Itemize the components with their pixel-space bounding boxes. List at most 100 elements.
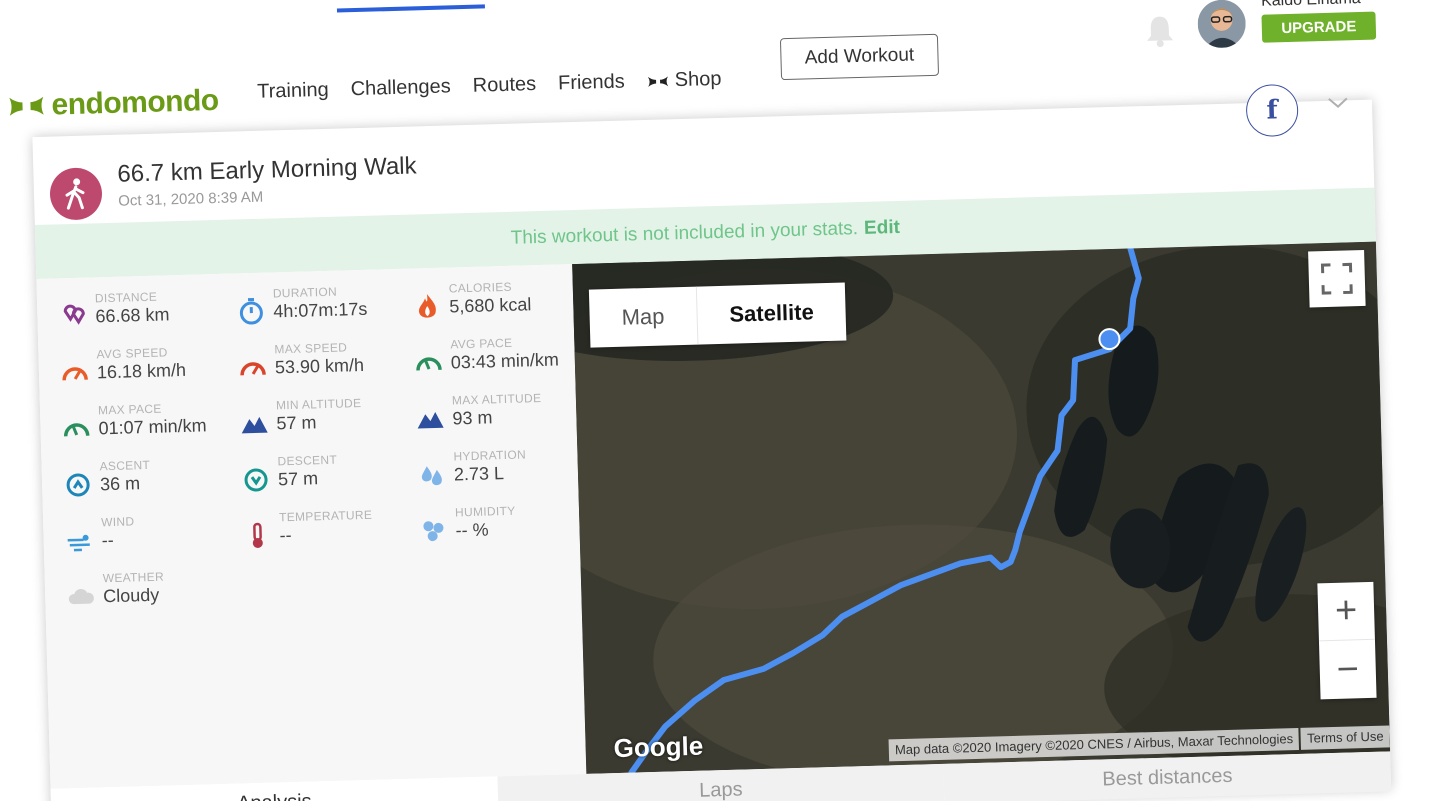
stat-value: -- % <box>455 519 489 541</box>
stat-value: 36 m <box>99 473 141 495</box>
terms-of-use-link[interactable]: Terms of Use <box>1300 725 1390 750</box>
stat-ascent: ASCENT 36 m <box>63 458 151 498</box>
stat-humidity: HUMIDITY -- % <box>419 504 516 545</box>
zoom-out-button[interactable]: − <box>1319 640 1377 700</box>
stat-label: HYDRATION <box>453 447 527 464</box>
wind-icon <box>67 534 90 552</box>
walking-sport-icon <box>49 167 103 221</box>
workout-title: 66.7 km Early Morning Walk <box>117 152 417 188</box>
pace-gauge-icon <box>64 423 90 437</box>
stats-panel: DISTANCE 66.68 km DURATION 4h:07m:17s CALORI… <box>36 264 587 789</box>
under-armour-icon <box>647 75 668 87</box>
fullscreen-button[interactable] <box>1308 249 1366 308</box>
ascent-icon <box>66 473 90 497</box>
page-stage: endomondo Training Challenges Routes Fri… <box>0 0 1436 801</box>
stat-label: DISTANCE <box>94 289 158 306</box>
stat-text: MIN ALTITUDE 57 m <box>276 396 362 434</box>
stat-text: DURATION 4h:07m:17s <box>273 284 368 323</box>
stat-value: 53.90 km/h <box>274 354 365 378</box>
fullscreen-icon <box>1320 262 1353 295</box>
stat-descent: DESCENT 57 m <box>241 453 337 494</box>
nav-routes[interactable]: Routes <box>472 73 536 98</box>
stat-value: 93 m <box>452 407 493 429</box>
descent-icon <box>244 468 268 492</box>
endomondo-logo[interactable]: endomondo <box>7 84 219 124</box>
stat-min-altitude: MIN ALTITUDE 57 m <box>240 396 362 437</box>
workout-date: Oct 31, 2020 8:39 AM <box>117 188 264 210</box>
stat-distance: DISTANCE 66.68 km <box>59 289 170 330</box>
nav-challenges[interactable]: Challenges <box>350 75 451 101</box>
under-armour-logo-icon <box>9 96 44 116</box>
banner-edit-link[interactable]: Edit <box>864 217 900 240</box>
add-workout-button[interactable]: Add Workout <box>779 33 940 81</box>
stat-calories: CALORIES 5,680 kcal <box>413 279 532 320</box>
pace-gauge-icon <box>416 357 442 371</box>
stat-value: 16.18 km/h <box>96 359 187 383</box>
stat-label: CALORIES <box>448 279 513 296</box>
stat-text: AVG SPEED 16.18 km/h <box>96 345 186 383</box>
stat-value: 66.68 km <box>95 304 170 327</box>
stat-text: AVG PACE 03:43 min/km <box>450 334 559 373</box>
stat-text: MAX ALTITUDE 93 m <box>452 391 542 429</box>
stat-text: WEATHER Cloudy <box>103 570 165 608</box>
zoom-in-button[interactable]: + <box>1317 581 1375 642</box>
cloud-icon <box>68 589 94 605</box>
bell-icon[interactable] <box>1144 13 1175 48</box>
google-logo: Google <box>613 730 704 764</box>
map-type-toggle: Map Satellite <box>588 282 847 348</box>
stat-hydration: HYDRATION 2.73 L <box>417 447 527 488</box>
stat-label: DESCENT <box>277 452 338 469</box>
stat-text: DESCENT 57 m <box>277 453 337 491</box>
user-name[interactable]: Kaido Einama <box>1261 0 1361 11</box>
thermometer-icon <box>252 522 263 548</box>
satellite-map[interactable]: Map Satellite + − Google Map data ©2020 … <box>572 241 1391 774</box>
banner-text: This workout is not included in your sta… <box>510 218 859 249</box>
nav-shop-label: Shop <box>674 67 722 92</box>
stat-text: MAX SPEED 53.90 km/h <box>274 340 364 378</box>
avatar[interactable] <box>1197 0 1247 49</box>
stat-value: 03:43 min/km <box>450 349 560 373</box>
stat-label: MAX SPEED <box>274 340 348 357</box>
stat-label: WEATHER <box>102 569 165 586</box>
stat-text: MAX PACE 01:07 min/km <box>98 400 207 439</box>
main-nav: Training Challenges Routes Friends Shop <box>257 68 722 104</box>
stat-max-speed: MAX SPEED 53.90 km/h <box>238 340 364 381</box>
stat-max-pace: MAX PACE 01:07 min/km <box>62 400 207 442</box>
stat-wind: WIND -- <box>65 514 135 554</box>
workout-card: 66.7 km Early Morning Walk Oct 31, 2020 … <box>32 99 1392 801</box>
stat-avg-pace: AVG PACE 03:43 min/km <box>414 334 559 376</box>
map-type-satellite[interactable]: Satellite <box>697 282 847 344</box>
drops-icon <box>421 466 442 486</box>
map-type-map[interactable]: Map <box>588 286 699 348</box>
distance-icon <box>63 304 85 325</box>
stat-value: 01:07 min/km <box>98 415 207 439</box>
stat-text: ASCENT 36 m <box>99 458 150 495</box>
route-start-marker[interactable] <box>1098 328 1121 351</box>
stat-max-altitude: MAX ALTITUDE 93 m <box>416 391 542 432</box>
upgrade-button[interactable]: UPGRADE <box>1261 11 1377 43</box>
stat-label: MAX ALTITUDE <box>451 390 542 408</box>
stat-text: HUMIDITY -- % <box>455 504 516 542</box>
nav-shop[interactable]: Shop <box>646 67 722 93</box>
stat-label: WIND <box>100 514 135 530</box>
stat-text: CALORIES 5,680 kcal <box>449 279 532 317</box>
stat-temperature: TEMPERATURE -- <box>243 508 373 550</box>
stat-value: 4h:07m:17s <box>273 298 368 322</box>
stopwatch-icon <box>239 297 263 325</box>
stat-text: DISTANCE 66.68 km <box>95 289 170 327</box>
stat-text: HYDRATION 2.73 L <box>453 447 526 485</box>
top-link-underline[interactable] <box>336 4 485 13</box>
stat-value: Cloudy <box>102 584 160 607</box>
mountain-icon <box>417 411 444 429</box>
speedometer-icon <box>62 367 88 381</box>
stat-label: TEMPERATURE <box>278 507 373 525</box>
facebook-icon: f <box>1266 95 1279 126</box>
flame-icon <box>419 294 436 318</box>
user-photo-icon <box>1197 0 1247 49</box>
stat-value: 5,680 kcal <box>449 294 532 317</box>
stat-value: 57 m <box>276 412 317 434</box>
chevron-down-icon[interactable] <box>1326 92 1351 113</box>
stat-label: DURATION <box>272 284 338 301</box>
nav-training[interactable]: Training <box>257 79 329 104</box>
nav-friends[interactable]: Friends <box>558 71 625 96</box>
